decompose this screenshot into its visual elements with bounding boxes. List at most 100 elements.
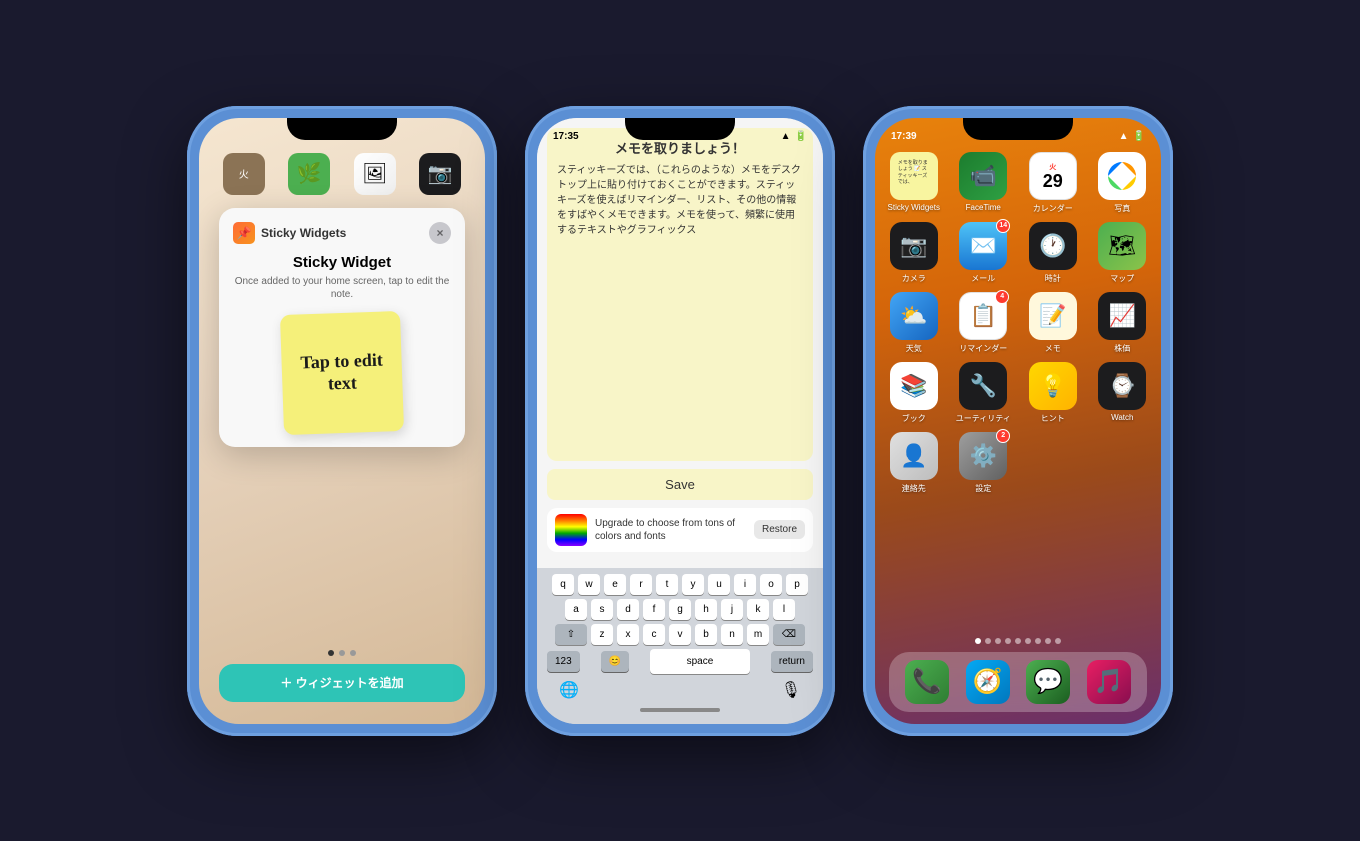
app-contacts[interactable]: 👤 連絡先 xyxy=(883,432,945,494)
key-q[interactable]: q xyxy=(552,574,574,595)
app-weather[interactable]: ⛅ 天気 xyxy=(883,292,945,354)
app-photos[interactable]: 写真 xyxy=(1092,152,1154,214)
popup-app-info: 📌 Sticky Widgets xyxy=(233,222,346,244)
photos-icon xyxy=(1098,152,1146,200)
reminders-label: リマインダー xyxy=(959,343,1007,354)
app-settings[interactable]: ⚙️ 2 設定 xyxy=(953,432,1015,494)
mail-badge: 14 xyxy=(996,219,1010,233)
key-h[interactable]: h xyxy=(695,599,717,620)
key-y[interactable]: y xyxy=(682,574,704,595)
app-stocks[interactable]: 📈 株価 xyxy=(1092,292,1154,354)
app-clock[interactable]: 🕐 時計 xyxy=(1022,222,1084,284)
app-calendar[interactable]: 火 29 カレンダー xyxy=(1022,152,1084,214)
phone-2: 17:35 ▲ 🔋 メモを取りましょう！ スティッキーズでは、（これらのような）… xyxy=(525,106,835,736)
note-edit-area[interactable]: メモを取りましょう！ スティッキーズでは、（これらのような）メモをデスクトップ上… xyxy=(547,128,813,461)
app-utility[interactable]: 🔧 ユーティリティ xyxy=(953,362,1015,424)
app-tips[interactable]: 💡 ヒント xyxy=(1022,362,1084,424)
app-mail[interactable]: ✉️ 14 メール xyxy=(953,222,1015,284)
key-shift[interactable]: ⇧ xyxy=(555,624,587,645)
home-icon-2: 🌿 xyxy=(288,153,330,195)
page-dot-8 xyxy=(1045,638,1051,644)
key-j[interactable]: j xyxy=(721,599,743,620)
key-k[interactable]: k xyxy=(747,599,769,620)
facetime-label: FaceTime xyxy=(966,203,1001,212)
key-a[interactable]: a xyxy=(565,599,587,620)
key-e[interactable]: e xyxy=(604,574,626,595)
key-z[interactable]: z xyxy=(591,624,613,645)
widget-popup: 📌 Sticky Widgets × Sticky Widget Once ad… xyxy=(219,208,465,447)
tips-icon: 💡 xyxy=(1029,362,1077,410)
maps-label: マップ xyxy=(1110,273,1134,284)
mic-icon[interactable]: 🎙 xyxy=(781,680,801,700)
dock-music[interactable]: 🎵 xyxy=(1087,660,1131,704)
reminders-icon: 📋 4 xyxy=(959,292,1007,340)
sticky-widgets-icon: 📌 xyxy=(233,222,255,244)
key-n[interactable]: n xyxy=(721,624,743,645)
key-i[interactable]: i xyxy=(734,574,756,595)
utility-label: ユーティリティ xyxy=(956,413,1011,424)
camera-icon: 📷 xyxy=(890,222,938,270)
notch-1 xyxy=(287,118,397,140)
app-camera[interactable]: 📷 カメラ xyxy=(883,222,945,284)
keyboard[interactable]: q w e r t y u i o p a s xyxy=(537,568,823,724)
wifi-icon: ▲ xyxy=(781,131,791,142)
key-w[interactable]: w xyxy=(578,574,600,595)
books-icon: 📚 xyxy=(890,362,938,410)
clock-label: 時計 xyxy=(1045,273,1061,284)
page-dot-6 xyxy=(1025,638,1031,644)
key-r[interactable]: r xyxy=(630,574,652,595)
notch-2 xyxy=(625,118,735,140)
key-s[interactable]: s xyxy=(591,599,613,620)
key-v[interactable]: v xyxy=(669,624,691,645)
key-x[interactable]: x xyxy=(617,624,639,645)
key-l[interactable]: l xyxy=(773,599,795,620)
dock-messages[interactable]: 💬 xyxy=(1026,660,1070,704)
app-watch[interactable]: ⌚ Watch xyxy=(1092,362,1154,424)
key-return[interactable]: return xyxy=(771,651,813,672)
tips-label: ヒント xyxy=(1041,413,1065,424)
app-sticky-widgets[interactable]: メモを取りましょう 📝 スティッキーズでは、 Sticky Widgets xyxy=(883,152,945,214)
mail-icon: ✉️ 14 xyxy=(959,222,1007,270)
phones-container: 火 🌿 🖼 📷 📌 Sticky Widgets × Sticky Widget xyxy=(187,106,1173,736)
restore-button[interactable]: Restore xyxy=(754,520,805,539)
app-books[interactable]: 📚 ブック xyxy=(883,362,945,424)
app-facetime[interactable]: 📹 FaceTime xyxy=(953,152,1015,214)
home-bar-2 xyxy=(541,704,819,718)
settings-icon: ⚙️ 2 xyxy=(959,432,1007,480)
key-f[interactable]: f xyxy=(643,599,665,620)
key-b[interactable]: b xyxy=(695,624,717,645)
sticky-note-widget[interactable]: Tap to edit text xyxy=(280,310,404,434)
facetime-icon: 📹 xyxy=(959,152,1007,200)
note-body[interactable]: スティッキーズでは、（これらのような）メモをデスクトップ上に貼り付けておくことが… xyxy=(557,163,803,238)
key-c[interactable]: c xyxy=(643,624,665,645)
globe-icon[interactable]: 🌐 xyxy=(559,680,579,700)
key-m[interactable]: m xyxy=(747,624,769,645)
sticky-icon: メモを取りましょう 📝 スティッキーズでは、 xyxy=(890,152,938,200)
stocks-icon: 📈 xyxy=(1098,292,1146,340)
key-t[interactable]: t xyxy=(656,574,678,595)
key-emoji[interactable]: 😊 xyxy=(601,651,629,672)
key-u[interactable]: u xyxy=(708,574,730,595)
key-g[interactable]: g xyxy=(669,599,691,620)
app-maps[interactable]: 🗺 マップ xyxy=(1092,222,1154,284)
kb-row-2: a s d f g h j k l xyxy=(541,599,819,620)
close-button[interactable]: × xyxy=(429,222,451,244)
page-dot-3 xyxy=(995,638,1001,644)
notch-3 xyxy=(963,118,1073,140)
dock-phone[interactable]: 📞 xyxy=(905,660,949,704)
key-backspace[interactable]: ⌫ xyxy=(773,624,805,645)
phone3-screen: 17:39 ▲ 🔋 メモを取りましょう 📝 スティッキーズでは、 xyxy=(875,118,1161,724)
key-123[interactable]: 123 xyxy=(547,651,580,672)
dot-2 xyxy=(339,650,345,656)
home-sticky-text: メモを取りましょう 📝 スティッキーズでは、 xyxy=(898,160,930,186)
app-reminders[interactable]: 📋 4 リマインダー xyxy=(953,292,1015,354)
save-button[interactable]: Save xyxy=(547,469,813,500)
sticky-label: Sticky Widgets xyxy=(888,203,940,212)
dock-safari[interactable]: 🧭 xyxy=(966,660,1010,704)
add-widget-button[interactable]: ＋ ウィジェットを追加 xyxy=(219,664,465,702)
app-notes[interactable]: 📝 メモ xyxy=(1022,292,1084,354)
key-o[interactable]: o xyxy=(760,574,782,595)
key-p[interactable]: p xyxy=(786,574,808,595)
key-d[interactable]: d xyxy=(617,599,639,620)
key-space[interactable]: space xyxy=(650,649,750,674)
